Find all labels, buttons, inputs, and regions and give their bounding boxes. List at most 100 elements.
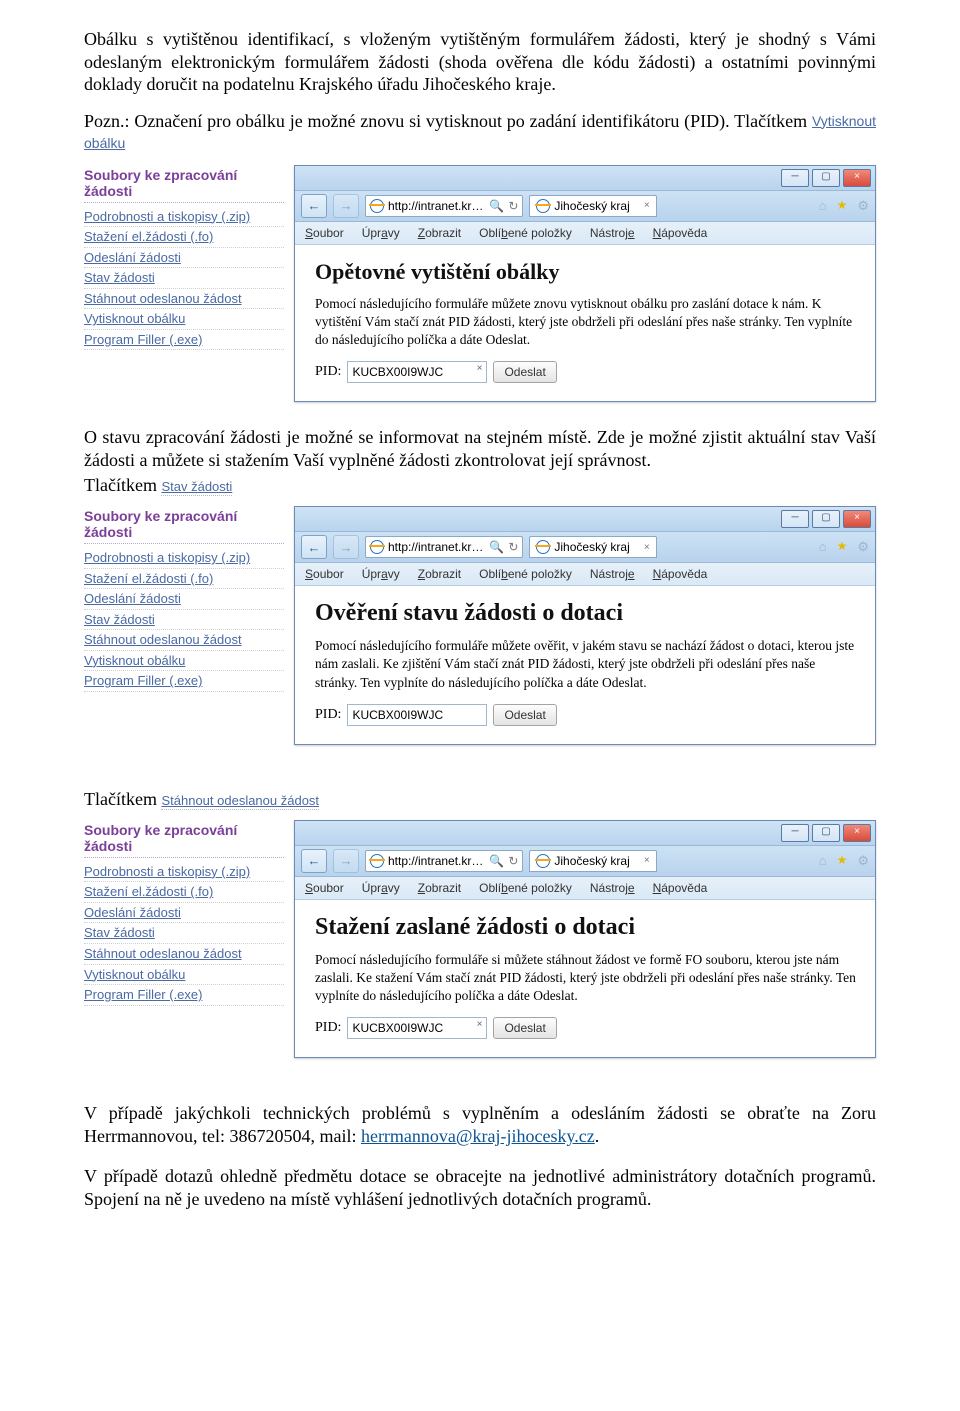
forward-button[interactable]: → <box>333 849 359 873</box>
menu-help[interactable]: Nápověda <box>653 881 708 895</box>
home-icon[interactable]: ⌂ <box>819 853 827 869</box>
search-icon[interactable]: 🔍 <box>489 199 504 213</box>
home-icon[interactable]: ⌂ <box>819 198 827 214</box>
close-button[interactable]: × <box>843 510 871 528</box>
sidebar-item[interactable]: Odeslání žádosti <box>84 248 284 269</box>
menu-edit[interactable]: Úpravy <box>362 881 400 895</box>
sidebar-item[interactable]: Vytisknout obálku <box>84 651 284 672</box>
sidebar-2: Soubory ke zpracování žádosti Podrobnost… <box>84 506 284 745</box>
settings-icon[interactable]: ⚙ <box>857 198 869 214</box>
sidebar-item[interactable]: Odeslání žádosti <box>84 903 284 924</box>
titlebar: ─ ▢ × <box>295 507 875 532</box>
sidebar-item[interactable]: Stáhnout odeslanou žádost <box>84 630 284 651</box>
close-button[interactable]: × <box>843 169 871 187</box>
refresh-icon[interactable]: ↻ <box>508 199 518 213</box>
back-button[interactable]: ← <box>301 194 327 218</box>
sidebar-item[interactable]: Stav žádosti <box>84 268 284 289</box>
clear-input-icon[interactable]: × <box>477 363 483 374</box>
tab-close-icon[interactable]: × <box>644 855 650 866</box>
close-button[interactable]: × <box>843 824 871 842</box>
status-link[interactable]: Stav žádosti <box>161 479 232 496</box>
address-bar[interactable]: http://intranet.kr… 🔍 ↻ <box>365 195 523 217</box>
menu-tools[interactable]: Nástroje <box>590 226 635 240</box>
home-icon[interactable]: ⌂ <box>819 539 827 555</box>
maximize-button[interactable]: ▢ <box>812 510 840 528</box>
download-sent-link[interactable]: Stáhnout odeslanou žádost <box>161 793 319 810</box>
search-icon[interactable]: 🔍 <box>489 854 504 868</box>
sidebar-item[interactable]: Program Filler (.exe) <box>84 671 284 692</box>
pid-input[interactable] <box>347 361 487 383</box>
submit-button[interactable]: Odeslat <box>493 361 556 383</box>
sidebar-item[interactable]: Podrobnosti a tiskopisy (.zip) <box>84 548 284 569</box>
sidebar-item[interactable]: Program Filler (.exe) <box>84 985 284 1006</box>
menu-edit[interactable]: Úpravy <box>362 567 400 581</box>
search-icon[interactable]: 🔍 <box>489 540 504 554</box>
content-desc: Pomocí následujícího formuláře můžete ov… <box>315 637 857 692</box>
browser-tab[interactable]: Jihočeský kraj × <box>529 536 656 558</box>
content-desc: Pomocí následujícího formuláře si můžete… <box>315 951 857 1006</box>
settings-icon[interactable]: ⚙ <box>857 853 869 869</box>
submit-button[interactable]: Odeslat <box>493 704 556 726</box>
tab-close-icon[interactable]: × <box>644 200 650 211</box>
browser-tab[interactable]: Jihočeský kraj × <box>529 195 656 217</box>
sidebar-item[interactable]: Stáhnout odeslanou žádost <box>84 289 284 310</box>
menu-tools[interactable]: Nástroje <box>590 567 635 581</box>
pid-input[interactable] <box>347 704 487 726</box>
minimize-button[interactable]: ─ <box>781 169 809 187</box>
sidebar-item[interactable]: Stav žádosti <box>84 923 284 944</box>
sidebar-item[interactable]: Stažení el.žádosti (.fo) <box>84 882 284 903</box>
refresh-icon[interactable]: ↻ <box>508 540 518 554</box>
navbar: ← → http://intranet.kr… 🔍 ↻ Jihočeský kr… <box>295 191 875 222</box>
sidebar-item[interactable]: Vytisknout obálku <box>84 309 284 330</box>
email-link[interactable]: herrmannova@kraj-jihocesky.cz <box>361 1126 595 1146</box>
sidebar-item[interactable]: Stažení el.žádosti (.fo) <box>84 227 284 248</box>
favorites-icon[interactable]: ★ <box>837 198 848 214</box>
menu-tools[interactable]: Nástroje <box>590 881 635 895</box>
menu-file[interactable]: Soubor <box>305 226 344 240</box>
menu-edit[interactable]: Úpravy <box>362 226 400 240</box>
settings-icon[interactable]: ⚙ <box>857 539 869 555</box>
pid-input[interactable] <box>347 1017 487 1039</box>
maximize-button[interactable]: ▢ <box>812 169 840 187</box>
sidebar-item[interactable]: Stáhnout odeslanou žádost <box>84 944 284 965</box>
sidebar-item[interactable]: Stažení el.žádosti (.fo) <box>84 569 284 590</box>
browser-tab[interactable]: Jihočeský kraj × <box>529 850 656 872</box>
menu-view[interactable]: Zobrazit <box>418 226 461 240</box>
menu-favorites[interactable]: Oblíbené položky <box>479 881 572 895</box>
navbar: ← → http://intranet.kr… 🔍 ↻ Jihočeský kr… <box>295 532 875 563</box>
sidebar-item[interactable]: Program Filler (.exe) <box>84 330 284 351</box>
minimize-button[interactable]: ─ <box>781 824 809 842</box>
menu-favorites[interactable]: Oblíbené položky <box>479 226 572 240</box>
forward-button[interactable]: → <box>333 194 359 218</box>
menu-favorites[interactable]: Oblíbené položky <box>479 567 572 581</box>
outro-paragraph-1: V případě jakýchkoli technických problém… <box>84 1102 876 1147</box>
forward-button[interactable]: → <box>333 535 359 559</box>
maximize-button[interactable]: ▢ <box>812 824 840 842</box>
menu-view[interactable]: Zobrazit <box>418 567 461 581</box>
sidebar-item[interactable]: Vytisknout obálku <box>84 965 284 986</box>
favorites-icon[interactable]: ★ <box>837 853 848 869</box>
address-bar[interactable]: http://intranet.kr… 🔍 ↻ <box>365 850 523 872</box>
sidebar-item[interactable]: Stav žádosti <box>84 610 284 631</box>
favorites-icon[interactable]: ★ <box>837 539 848 555</box>
submit-button[interactable]: Odeslat <box>493 1017 556 1039</box>
minimize-button[interactable]: ─ <box>781 510 809 528</box>
sidebar-item[interactable]: Podrobnosti a tiskopisy (.zip) <box>84 862 284 883</box>
menu-help[interactable]: Nápověda <box>653 226 708 240</box>
back-button[interactable]: ← <box>301 535 327 559</box>
refresh-icon[interactable]: ↻ <box>508 854 518 868</box>
menu-help[interactable]: Nápověda <box>653 567 708 581</box>
menu-file[interactable]: Soubor <box>305 567 344 581</box>
tab-close-icon[interactable]: × <box>644 542 650 553</box>
sidebar-item[interactable]: Odeslání žádosti <box>84 589 284 610</box>
clear-input-icon[interactable]: × <box>477 1019 483 1030</box>
page-content: Ověření stavu žádosti o dotaci Pomocí ná… <box>295 586 875 744</box>
menu-file[interactable]: Soubor <box>305 881 344 895</box>
address-bar[interactable]: http://intranet.kr… 🔍 ↻ <box>365 536 523 558</box>
mid-paragraph: O stavu zpracování žádosti je možné se i… <box>84 426 876 471</box>
back-button[interactable]: ← <box>301 849 327 873</box>
menu-view[interactable]: Zobrazit <box>418 881 461 895</box>
sidebar-item[interactable]: Podrobnosti a tiskopisy (.zip) <box>84 207 284 228</box>
navbar: ← → http://intranet.kr… 🔍 ↻ Jihočeský kr… <box>295 846 875 877</box>
ie-icon <box>370 540 384 554</box>
